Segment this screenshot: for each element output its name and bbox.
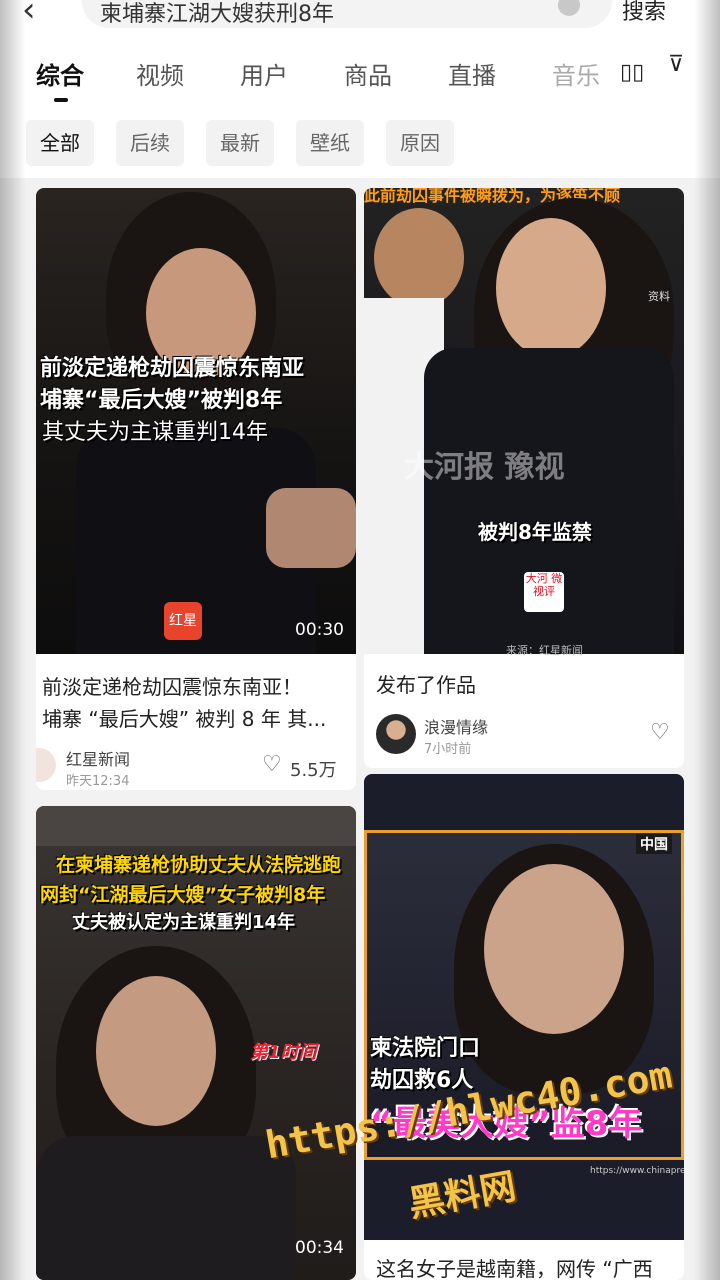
card-title: 发布了作品 [376, 673, 476, 697]
logo-watermark: 大河报 豫视 [404, 450, 565, 485]
author-name[interactable]: 红星新闻 [66, 746, 130, 770]
thumbnail-face [96, 976, 216, 1126]
heart-icon[interactable]: ♡ [262, 752, 282, 777]
thumbnail-hand [266, 488, 356, 568]
video-thumbnail[interactable]: 前淡定递枪劫囚震惊东南亚 埔寨“最后大嫂”被判8年 其丈夫为主谋重判14年 红星… [36, 188, 356, 654]
like-count: 5.5万 [290, 760, 337, 781]
search-bar: ‹ 柬埔寨江湖大嫂获刑8年 搜索 [0, 0, 720, 40]
result-card-3[interactable]: 在柬埔寨递枪协助丈夫从法院逃跑 网封“江湖最后大嫂”女子被判8年 丈夫被认定为主… [36, 806, 356, 1280]
video-duration: 00:34 [295, 1238, 344, 1258]
tab-products[interactable]: 商品 [344, 56, 392, 91]
tab-live[interactable]: 直播 [448, 56, 496, 91]
video-thumbnail[interactable]: 在柬埔寨递枪协助丈夫从法院逃跑 网封“江湖最后大嫂”女子被判8年 丈夫被认定为主… [36, 806, 356, 1280]
filter-chips: 全部 后续 最新 壁纸 原因 [0, 110, 720, 178]
overlay-caption: 被判8年监禁 [478, 520, 592, 544]
card-title: 这名女子是越南籍，网传 “广西 [376, 1257, 653, 1280]
video-thumbnail[interactable]: 此前劫囚事件被瞬拨为，为逐笛不顾 资料 大河报 豫视 被判8年监禁 大河 微视评… [364, 188, 684, 657]
thumbnail-top [36, 806, 356, 846]
channel-corner: 中国 [636, 834, 672, 854]
thumbnail-man-face [374, 208, 464, 308]
author-avatar[interactable] [36, 748, 56, 782]
card-title-line-2: 埔寨 “最后大嫂” 被判 8 年 其... [42, 707, 327, 731]
post-time: 昨天12:34 [66, 774, 130, 789]
publisher-badge: 第1时间 [250, 1042, 317, 1063]
category-tabs: 综合 视频 用户 商品 直播 音乐 ▯▯ ⊽ [0, 40, 720, 110]
grid-toggle-icon[interactable]: ▯▯ [620, 60, 644, 85]
thumbnail-shirt [36, 1136, 296, 1280]
clear-icon[interactable] [558, 0, 580, 16]
result-card-2[interactable]: 此前劫囚事件被瞬拨为，为逐笛不顾 资料 大河报 豫视 被判8年监禁 大河 微视评… [364, 188, 684, 768]
heart-icon[interactable]: ♡ [650, 720, 670, 745]
overlay-line-3: 其丈夫为主谋重判14年 [42, 420, 268, 445]
overlay-line-2: 网封“江湖最后大嫂”女子被判8年 [40, 884, 326, 906]
post-time: 7小时前 [424, 742, 472, 757]
source-tag: 资料 [648, 290, 670, 303]
right-edge-blur [694, 0, 720, 1280]
result-card-1[interactable]: 前淡定递枪劫囚震惊东南亚 埔寨“最后大嫂”被判8年 其丈夫为主谋重判14年 红星… [36, 188, 356, 790]
left-edge-blur [0, 0, 26, 1280]
source-credit: 来源：红星新闻 [506, 644, 583, 657]
tab-comprehensive[interactable]: 综合 [36, 56, 84, 91]
filter-funnel-icon[interactable]: ⊽ [668, 52, 684, 77]
tab-video[interactable]: 视频 [136, 56, 184, 91]
thumbnail-face [484, 864, 624, 1034]
chip-reason[interactable]: 原因 [386, 120, 454, 166]
author-avatar[interactable] [376, 714, 416, 754]
tab-music[interactable]: 音乐 [552, 56, 600, 91]
publisher-badge: 红星 [164, 602, 202, 640]
overlay-line-3: 丈夫被认定为主谋重判14年 [72, 912, 296, 933]
chip-latest[interactable]: 最新 [206, 120, 274, 166]
search-query-text: 柬埔寨江湖大嫂获刑8年 [100, 2, 334, 27]
chip-wallpaper[interactable]: 壁纸 [296, 120, 364, 166]
thumbnail-face [496, 218, 606, 358]
chip-followup[interactable]: 后续 [116, 120, 184, 166]
overlay-line-1: 柬法院门口 [370, 1036, 481, 1061]
active-tab-indicator [54, 98, 68, 102]
author-name[interactable]: 浪漫情缘 [424, 714, 488, 738]
card-title-line-1: 前淡定递枪劫囚震惊东南亚！ [42, 675, 302, 699]
news-banner: 此前劫囚事件被瞬拨为，为逐笛不顾 [364, 188, 621, 204]
overlay-line-1: 在柬埔寨递枪协助丈夫从法院逃跑 [56, 854, 342, 876]
search-input[interactable]: 柬埔寨江湖大嫂获刑8年 [82, 0, 612, 28]
video-duration: 00:30 [295, 620, 344, 640]
source-url: https://www.chinapress.com [590, 1166, 684, 1176]
chip-all[interactable]: 全部 [26, 120, 94, 166]
search-button[interactable]: 搜索 [622, 0, 666, 26]
video-thumbnail[interactable]: 中国 柬法院门口 劫囚救6人 “最美大嫂”监8年 https://www.chi… [364, 774, 684, 1240]
publisher-badge: 大河 微视评 [524, 572, 564, 612]
tab-users[interactable]: 用户 [240, 56, 288, 91]
overlay-line-2: 埔寨“最后大嫂”被判8年 [40, 388, 283, 413]
overlay-line-1: 前淡定递枪劫囚震惊东南亚 [40, 356, 305, 381]
